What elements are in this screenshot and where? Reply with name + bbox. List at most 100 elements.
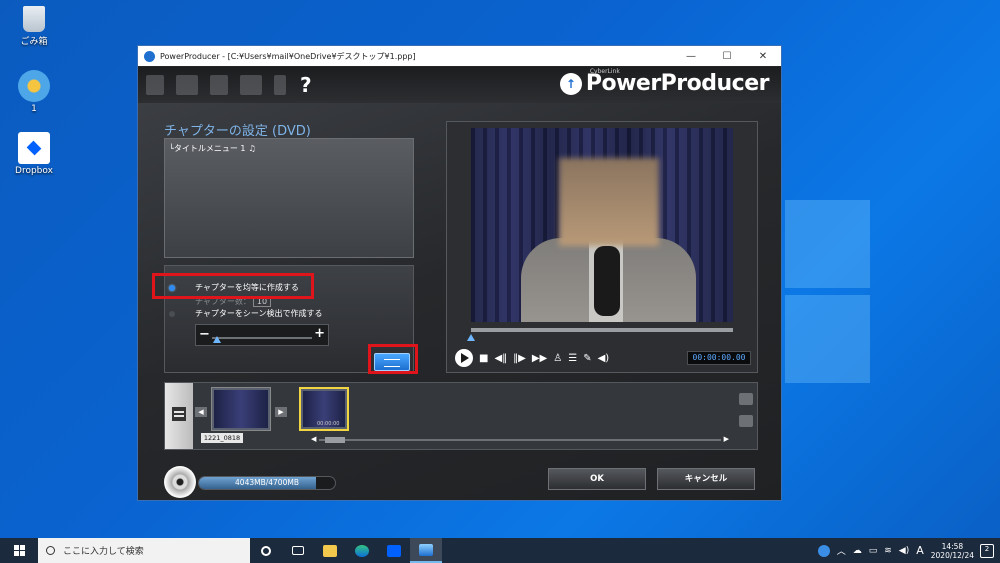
stop-icon[interactable]: ■ (479, 353, 488, 364)
disc-icon (164, 466, 196, 498)
chapter-clip-selected[interactable]: 00:00:00 (299, 387, 349, 431)
window-title: PowerProducer - [C:¥Users¥mail¥OneDrive¥… (160, 51, 416, 61)
new-file-icon[interactable] (146, 75, 164, 95)
open-folder-icon[interactable] (176, 75, 198, 95)
dropbox-icon (18, 132, 50, 164)
preview-panel: ■ ◀‖ ‖▶ ▶▶ ♙ ☰ ✎ ◀) 00:00:00.00 (446, 121, 758, 373)
volume-icon[interactable]: ◀) (598, 353, 610, 364)
film-strip-tab[interactable] (165, 383, 193, 449)
timeline-scrollbar[interactable]: ◀ ▶ (311, 435, 729, 443)
ime-indicator[interactable]: A (916, 544, 924, 557)
scroll-left-icon[interactable]: ◀ (311, 435, 316, 443)
timeline-side-button-2[interactable] (739, 415, 753, 427)
system-tray: ︿ ☁ ▭ ≋ ◀) A 14:58 2020/12/24 2 (817, 538, 1000, 563)
task-view-button[interactable] (282, 538, 314, 563)
seek-bar[interactable] (471, 328, 733, 332)
radio-scene-detect[interactable] (169, 310, 175, 317)
taskbar-powerproducer[interactable] (410, 538, 442, 563)
clock-time: 14:58 (941, 541, 964, 551)
scroll-track[interactable] (319, 439, 721, 441)
slider-minus-button[interactable]: − (199, 327, 210, 342)
folder-icon (323, 544, 337, 557)
seek-thumb[interactable] (467, 334, 475, 341)
video-preview (471, 128, 733, 322)
toolbar: ? ↑ CyberLink PowerProducer (138, 67, 781, 103)
play-button[interactable] (455, 349, 473, 367)
recycle-bin-icon (23, 6, 45, 32)
prev-frame-icon[interactable]: ◀‖ (494, 353, 507, 364)
cortana-icon (261, 545, 271, 556)
taskbar-dropbox[interactable] (378, 538, 410, 563)
powerproducer-window: PowerProducer - [C:¥Users¥mail¥OneDrive¥… (137, 45, 782, 501)
scroll-right-icon[interactable]: ▶ (724, 435, 729, 443)
desktop-icon-file[interactable]: 1 (2, 70, 66, 114)
timeline-side-button-1[interactable] (739, 393, 753, 405)
minimize-button[interactable]: — (673, 51, 709, 62)
capacity-text: 4043MB/4700MB (235, 478, 299, 487)
chapter-list-icon[interactable]: ☰ (568, 353, 577, 364)
maximize-button[interactable]: ☐ (709, 51, 745, 62)
slider-thumb[interactable] (213, 336, 221, 343)
next-frame-icon[interactable]: ‖▶ (513, 353, 526, 364)
slider-plus-button[interactable]: + (314, 326, 325, 341)
windows-logo-wallpaper (775, 190, 1000, 538)
taskbar: ここに入力して検索 ︿ ☁ ▭ ≋ ◀) A 14:58 2020/12/24 … (0, 538, 1000, 563)
menu-tree-item[interactable]: └タイトルメニュー 1 ♫ (169, 143, 256, 154)
taskbar-explorer[interactable] (314, 538, 346, 563)
highlight-box-option (152, 273, 314, 299)
network-icon[interactable]: ▭ (869, 546, 878, 556)
edit-icon[interactable]: ✎ (583, 353, 591, 364)
help-button[interactable]: ? (300, 73, 312, 97)
desktop-icon-recycle-bin[interactable]: ごみ箱 (2, 6, 66, 47)
desktop-icon-label: 1 (31, 104, 37, 114)
burn-icon[interactable] (240, 75, 262, 95)
fast-forward-icon[interactable]: ▶▶ (532, 353, 547, 364)
blurred-face (559, 158, 659, 246)
scroll-thumb[interactable] (325, 437, 345, 443)
film-strip-icon (172, 407, 186, 421)
brand-small: CyberLink (589, 68, 620, 75)
slider-track[interactable] (212, 337, 312, 339)
notification-icon[interactable]: 2 (980, 543, 994, 558)
close-button[interactable]: ✕ (745, 51, 781, 62)
search-box[interactable]: ここに入力して検索 (38, 538, 250, 563)
option-scene-detect[interactable]: チャプターをシーン検出で作成する (169, 308, 323, 319)
search-placeholder: ここに入力して検索 (63, 547, 144, 557)
add-chapter-icon[interactable]: ♙ (553, 353, 562, 364)
chevron-up-icon[interactable]: ︿ (837, 544, 846, 557)
timeline-next-arrow[interactable]: ▶ (275, 407, 287, 417)
cancel-button[interactable]: キャンセル (657, 468, 755, 490)
dropbox-icon (387, 544, 401, 557)
save-icon[interactable] (210, 75, 228, 95)
video-clip[interactable] (211, 387, 271, 431)
ok-button[interactable]: OK (548, 468, 646, 490)
powerproducer-icon (419, 543, 433, 556)
tools-icon[interactable] (274, 75, 286, 95)
clock[interactable]: 14:58 2020/12/24 (931, 542, 974, 560)
clip-label: 1221_0818 (201, 433, 243, 443)
timeline-prev-arrow[interactable]: ◀ (195, 407, 207, 417)
task-view-icon (292, 546, 304, 555)
desktop-icon-dropbox[interactable]: Dropbox (2, 132, 66, 176)
timecode-display: 00:00:00.00 (687, 351, 751, 365)
volume-tray-icon[interactable]: ◀) (899, 546, 909, 556)
cloud-icon[interactable]: ☁ (853, 546, 862, 556)
desktop-icon-label: Dropbox (15, 166, 53, 176)
taskbar-edge[interactable] (346, 538, 378, 563)
desktop-icon-label: ごみ箱 (20, 37, 48, 47)
edge-icon (355, 544, 369, 557)
section-title: チャプターの設定 (DVD) (164, 124, 311, 139)
sensitivity-slider[interactable]: − + (195, 324, 329, 346)
wifi-icon[interactable]: ≋ (884, 546, 892, 556)
highlight-box-button (368, 344, 418, 374)
timeline-panel: ◀ ▶ 1221_0818 00:00:00 ◀ ▶ (164, 382, 758, 450)
start-button[interactable] (0, 538, 38, 563)
capacity-bar: 4043MB/4700MB (198, 476, 336, 490)
option-scene-label: チャプターをシーン検出で作成する (195, 309, 323, 318)
title-bar[interactable]: PowerProducer - [C:¥Users¥mail¥OneDrive¥… (138, 46, 781, 66)
main-panel: チャプターの設定 (DVD) └タイトルメニュー 1 ♫ チャプターを均等に作成す… (138, 103, 781, 500)
help-tray-icon[interactable] (817, 544, 830, 557)
cortana-button[interactable] (250, 538, 282, 563)
chapter-time: 00:00:00 (317, 421, 340, 427)
music-note-icon: ♫ (248, 144, 256, 153)
